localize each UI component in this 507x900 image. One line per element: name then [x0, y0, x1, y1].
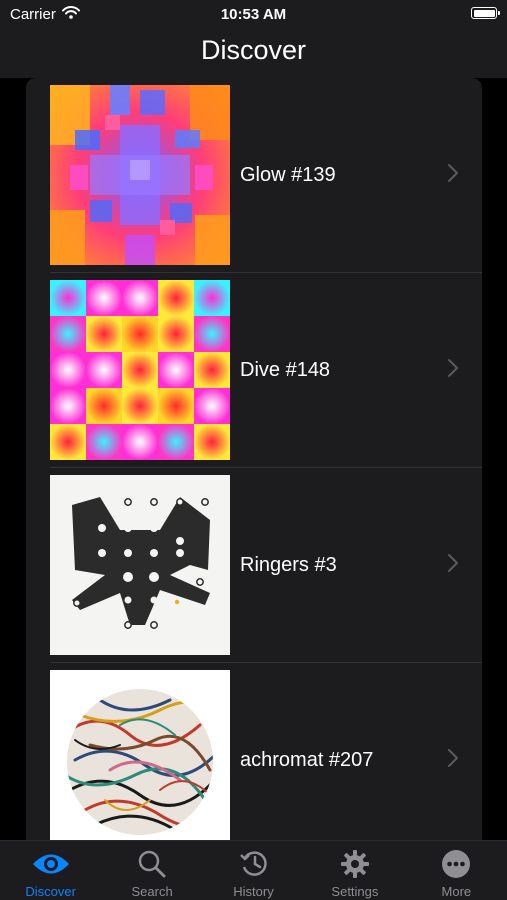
magnifying-glass-icon [138, 850, 166, 878]
tab-label: History [233, 884, 274, 899]
artwork-thumbnail [50, 85, 230, 265]
status-time: 10:53 AM [220, 6, 287, 23]
chevron-right-icon [448, 749, 458, 767]
item-title: Dive #148 [240, 359, 331, 381]
artwork-thumbnail [50, 280, 230, 460]
gear-icon [340, 850, 369, 878]
eye-icon [32, 854, 69, 874]
list-item-dive[interactable]: Dive #148 [26, 273, 482, 468]
list-item-achromat[interactable]: achromat #207 [26, 663, 482, 840]
artwork-thumbnail [50, 670, 230, 840]
tab-label: Search [131, 884, 173, 899]
page-title: Discover [200, 35, 307, 65]
list-item-ringers[interactable]: Ringers #3 [26, 468, 482, 663]
chevron-right-icon [448, 164, 458, 182]
tab-label: Discover [25, 884, 76, 899]
item-title: achromat #207 [240, 749, 374, 771]
tab-label: More [441, 884, 472, 899]
clock-history-icon [239, 851, 267, 876]
item-title: Ringers #3 [240, 554, 337, 576]
battery-icon [471, 7, 500, 19]
chevron-right-icon [448, 554, 458, 572]
chevron-right-icon [448, 359, 458, 377]
list-item-glow[interactable]: Glow #139 [26, 78, 482, 273]
tab-label: Settings [331, 884, 379, 899]
tab-search[interactable]: Search [101, 841, 202, 900]
artwork-thumbnail [50, 475, 230, 655]
tab-more[interactable]: More [406, 841, 507, 900]
tab-settings[interactable]: Settings [304, 841, 405, 900]
item-title: Glow #139 [240, 164, 336, 186]
status-bar: Carrier 10:53 AM [0, 0, 507, 28]
ellipsis-circle-icon [442, 850, 471, 878]
artwork-list: Glow #139 Dive #148 Ringers #3 achromat … [26, 78, 482, 840]
tab-bar: Discover Search History Settings More [0, 840, 507, 900]
navigation-bar: Discover [0, 28, 507, 78]
tab-history[interactable]: History [203, 841, 304, 900]
tab-discover[interactable]: Discover [0, 841, 101, 900]
